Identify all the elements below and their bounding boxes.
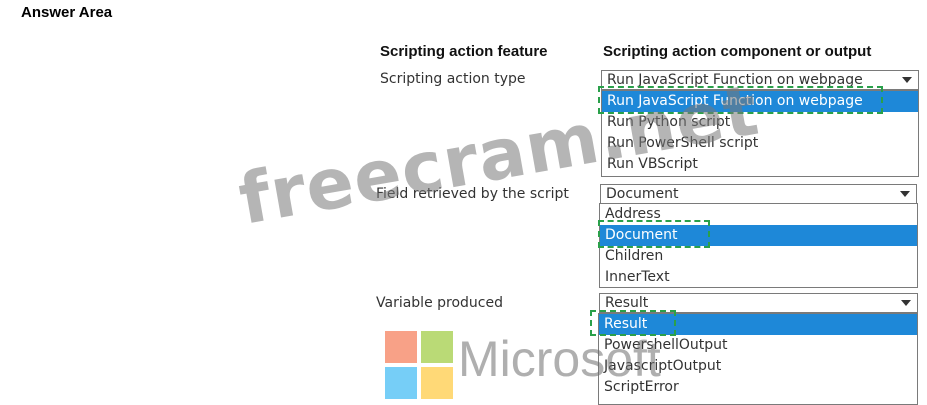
label-scripting-action-type: Scripting action type <box>380 71 526 87</box>
dropdown-field-retrieved[interactable]: Document <box>600 184 917 204</box>
microsoft-logo-text: Microsoft <box>458 331 661 387</box>
option-run-powershell[interactable]: Run PowerShell script <box>602 133 918 154</box>
option-document[interactable]: Document <box>600 225 917 246</box>
answer-area-title: Answer Area <box>21 4 113 21</box>
logo-green-square <box>421 331 453 363</box>
option-run-vbscript[interactable]: Run VBScript <box>602 154 918 175</box>
option-address[interactable]: Address <box>600 204 917 225</box>
options-list-field-retrieved: Address Document Children InnerText <box>599 203 918 288</box>
header-feature: Scripting action feature <box>380 43 548 60</box>
header-component: Scripting action component or output <box>603 43 872 60</box>
logo-red-square <box>385 331 417 363</box>
dropdown-scripting-action-type[interactable]: Run JavaScript Function on webpage <box>601 70 919 90</box>
dropdown-selected-value: Document <box>606 186 679 202</box>
dropdown-variable-produced[interactable]: Result <box>599 293 918 313</box>
logo-yellow-square <box>421 367 453 399</box>
label-variable-produced: Variable produced <box>376 295 503 311</box>
option-run-python[interactable]: Run Python script <box>602 112 918 133</box>
chevron-down-icon[interactable] <box>896 71 918 89</box>
option-run-javascript[interactable]: Run JavaScript Function on webpage <box>602 91 918 112</box>
option-children[interactable]: Children <box>600 246 917 267</box>
option-innertext[interactable]: InnerText <box>600 267 917 288</box>
label-field-retrieved: Field retrieved by the script <box>376 186 569 202</box>
microsoft-logo-icon <box>385 331 453 399</box>
chevron-down-icon[interactable] <box>895 294 917 312</box>
options-list-scripting-action-type: Run JavaScript Function on webpage Run P… <box>601 90 919 177</box>
dropdown-selected-value: Run JavaScript Function on webpage <box>607 72 863 88</box>
dropdown-selected-value: Result <box>605 295 649 311</box>
logo-blue-square <box>385 367 417 399</box>
chevron-down-icon[interactable] <box>894 185 916 203</box>
